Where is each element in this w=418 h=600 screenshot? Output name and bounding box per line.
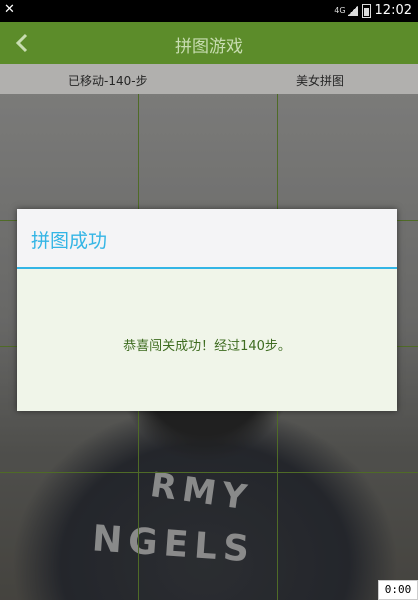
- dialog-title: 拼图成功: [31, 230, 108, 252]
- signal-icon: [347, 5, 358, 16]
- status-icons: 4G 12:02: [334, 3, 412, 18]
- battery-icon: [361, 3, 371, 18]
- action-bar: 拼图游戏: [0, 22, 418, 64]
- usb-debug-icon: ✕: [4, 2, 15, 17]
- page-title: 拼图游戏: [175, 37, 243, 57]
- success-dialog: 拼图成功 恭喜闯关成功！经过140步。: [17, 209, 397, 411]
- status-bar: ✕ 4G 12:02: [0, 0, 418, 22]
- timer-badge: 0:00: [378, 580, 418, 600]
- dialog-message: 恭喜闯关成功！经过140步。: [123, 339, 291, 354]
- dialog-header: 拼图成功: [17, 209, 397, 269]
- network-type: 4G: [334, 6, 346, 15]
- clock: 12:02: [374, 3, 412, 18]
